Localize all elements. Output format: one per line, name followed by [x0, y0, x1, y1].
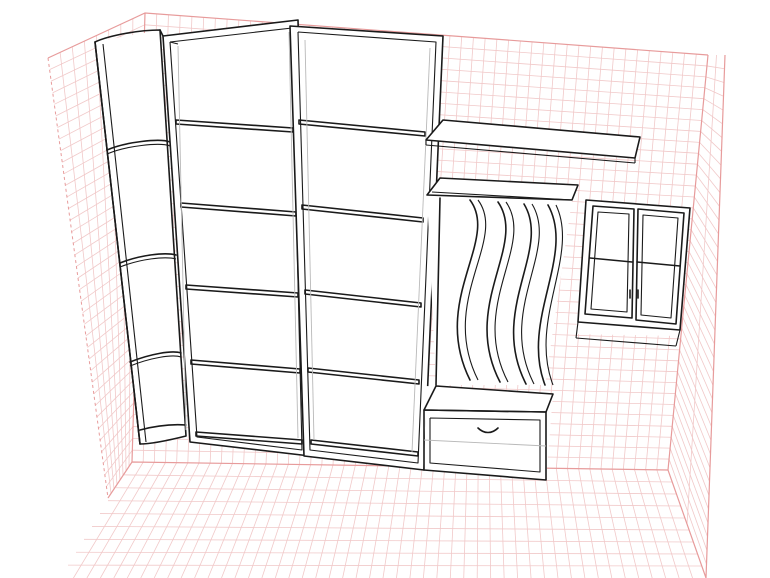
room-3d-view[interactable] — [0, 0, 770, 578]
floor — [60, 462, 706, 578]
design-viewport[interactable] — [0, 0, 770, 578]
bookcase-left[interactable] — [162, 19, 311, 457]
bookcase-right[interactable] — [289, 25, 444, 471]
shoe-bench[interactable] — [423, 385, 554, 481]
wall-cabinet[interactable] — [575, 199, 691, 347]
